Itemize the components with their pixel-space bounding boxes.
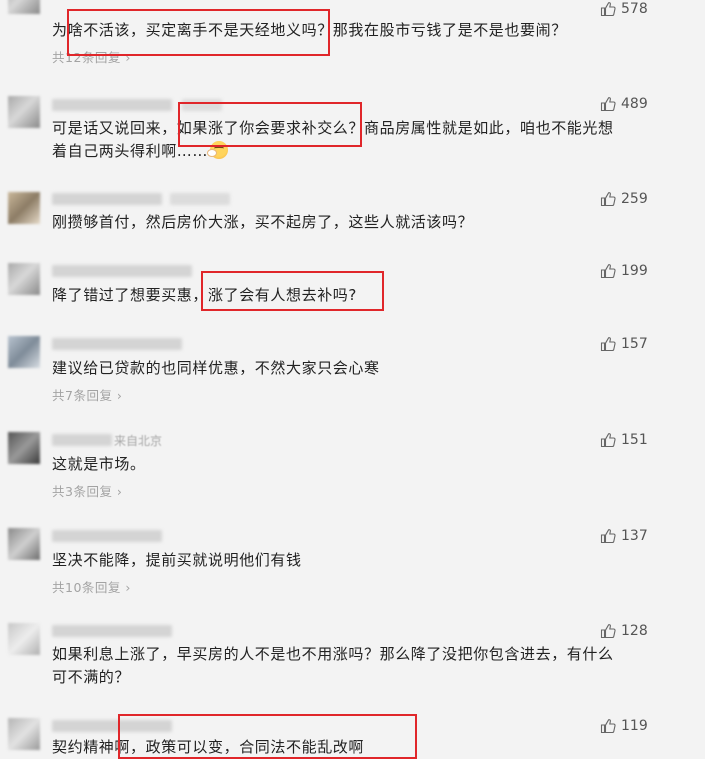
grin-emoji-icon xyxy=(208,141,229,159)
avatar[interactable] xyxy=(8,336,40,368)
thumbs-up-icon xyxy=(600,719,616,734)
comment-text: 建议给已贷款的也同样优惠，不然大家只会心寒 xyxy=(52,359,380,377)
username xyxy=(182,99,222,111)
comment-text: 刚攒够首付，然后房价大涨，买不起房了，这些人就活该吗？ xyxy=(52,213,474,231)
thumbs-up-icon xyxy=(600,624,616,639)
like-button[interactable]: 199 xyxy=(600,261,648,281)
username[interactable] xyxy=(52,99,172,111)
avatar[interactable] xyxy=(8,263,40,295)
reply-count-link[interactable]: 共10条回复 › xyxy=(52,577,131,596)
like-count: 137 xyxy=(621,528,648,544)
comment-text: 坚决不能降，提前买就说明他们有钱 xyxy=(52,551,302,569)
like-count: 578 xyxy=(621,1,648,17)
avatar[interactable] xyxy=(8,718,40,750)
thumbs-up-icon xyxy=(600,2,616,17)
reply-count-link[interactable]: 共7条回复 › xyxy=(52,385,122,404)
username[interactable] xyxy=(52,434,112,446)
username[interactable] xyxy=(52,193,162,205)
thumbs-up-icon xyxy=(600,529,616,544)
comment-text: 降了错过了想要买惠，涨了会有人想去补吗? xyxy=(52,286,357,304)
comment-text: 可是话又说回来，如果涨了你会要求补交么？商品房属性就是如此，咱也不能光想 着自己… xyxy=(52,119,614,160)
like-count: 199 xyxy=(621,263,648,279)
like-button[interactable]: 151 xyxy=(600,430,648,450)
like-button[interactable]: 578 xyxy=(600,0,648,19)
avatar[interactable] xyxy=(8,192,40,224)
thumbs-up-icon xyxy=(600,97,616,112)
like-count: 119 xyxy=(621,718,648,734)
comment-text: 为啥不活该，买定离手不是天经地义吗？那我在股市亏钱了是不是也要闹？ xyxy=(52,21,567,39)
avatar[interactable] xyxy=(8,0,40,14)
username[interactable] xyxy=(52,338,182,350)
username[interactable] xyxy=(52,720,172,732)
like-count: 151 xyxy=(621,432,648,448)
username[interactable] xyxy=(52,530,162,542)
like-button[interactable]: 259 xyxy=(600,189,648,209)
like-count: 489 xyxy=(621,96,648,112)
username[interactable] xyxy=(52,625,172,637)
comment-text: 如果利息上涨了，早买房的人不是也不用涨吗？那么降了没把你包含进去，有什么 可不满… xyxy=(52,645,614,686)
reply-count-link[interactable]: 共3条回复 › xyxy=(52,481,122,500)
username[interactable] xyxy=(52,265,192,277)
like-button[interactable]: 128 xyxy=(600,621,648,641)
location-label: 来自北京 xyxy=(114,434,163,448)
like-button[interactable]: 157 xyxy=(600,334,648,354)
comment-text: 契约精神啊，政策可以变，合同法不能乱改啊 xyxy=(52,738,365,756)
avatar[interactable] xyxy=(8,96,40,128)
like-button[interactable]: 119 xyxy=(600,716,648,736)
like-button[interactable]: 489 xyxy=(600,94,648,114)
thumbs-up-icon xyxy=(600,192,616,207)
like-count: 157 xyxy=(621,336,648,352)
username xyxy=(170,193,230,205)
avatar[interactable] xyxy=(8,623,40,655)
thumbs-up-icon xyxy=(600,433,616,448)
thumbs-up-icon xyxy=(600,337,616,352)
like-count: 259 xyxy=(621,191,648,207)
comment-text: 这就是市场。 xyxy=(52,455,146,473)
thumbs-up-icon xyxy=(600,264,616,279)
reply-count-link[interactable]: 共12条回复 › xyxy=(52,47,131,66)
like-button[interactable]: 137 xyxy=(600,526,648,546)
avatar[interactable] xyxy=(8,528,40,560)
avatar[interactable] xyxy=(8,432,40,464)
like-count: 128 xyxy=(621,623,648,639)
